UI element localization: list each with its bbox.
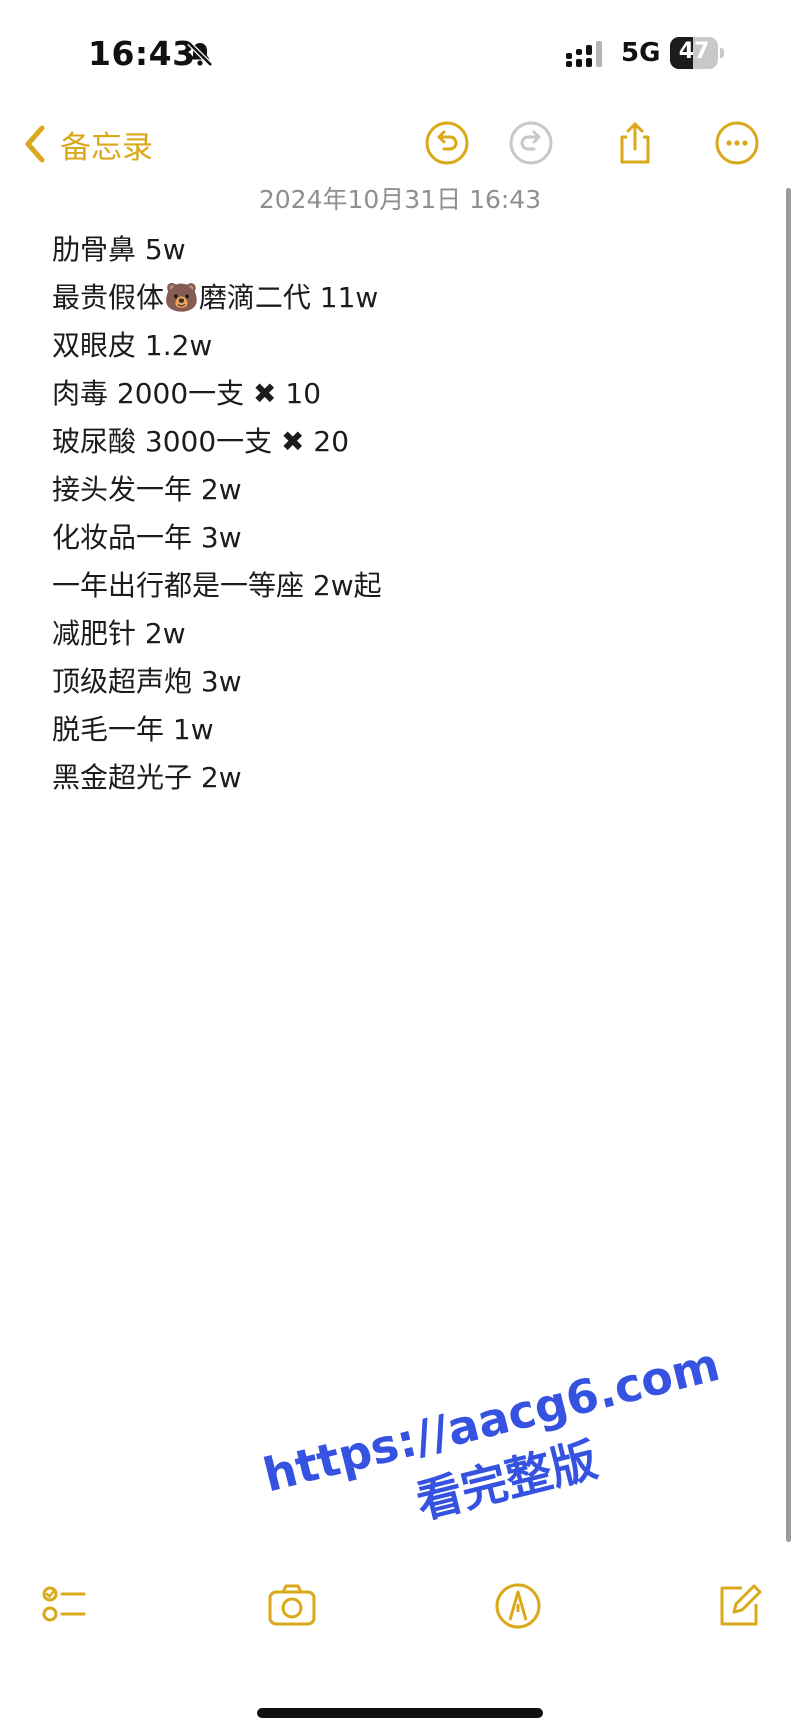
share-icon[interactable] bbox=[612, 120, 658, 166]
camera-icon[interactable] bbox=[266, 1580, 318, 1632]
status-time: 16:43 bbox=[88, 34, 196, 73]
compose-icon[interactable] bbox=[714, 1580, 766, 1632]
note-line[interactable]: 脱毛一年 1w bbox=[52, 706, 752, 754]
note-line[interactable]: 一年出行都是一等座 2w起 bbox=[52, 562, 752, 610]
note-line[interactable]: 双眼皮 1.2w bbox=[52, 322, 752, 370]
note-line[interactable]: 顶级超声炮 3w bbox=[52, 658, 752, 706]
bottom-toolbar bbox=[0, 1580, 800, 1660]
battery-indicator: 47 bbox=[670, 37, 724, 69]
status-bar: 16:43 5G 47 bbox=[0, 0, 800, 110]
note-line[interactable]: 黑金超光子 2w bbox=[52, 754, 752, 802]
signal-icon bbox=[566, 41, 602, 67]
checklist-icon[interactable] bbox=[40, 1580, 92, 1632]
back-button[interactable]: 备忘录 bbox=[22, 118, 153, 170]
bell-slash-icon bbox=[187, 41, 213, 67]
watermark: https://aacg6.com 看完整版 bbox=[258, 1337, 741, 1567]
note-line[interactable]: 肉毒 2000一支 ✖ 10 bbox=[52, 370, 752, 418]
redo-icon[interactable] bbox=[508, 120, 554, 166]
note-line[interactable]: 最贵假体🐻磨滴二代 11w bbox=[52, 274, 752, 322]
markup-icon[interactable] bbox=[492, 1580, 544, 1632]
undo-icon[interactable] bbox=[424, 120, 470, 166]
nav-bar: 备忘录 bbox=[0, 110, 800, 182]
home-indicator[interactable] bbox=[257, 1708, 543, 1718]
scrollbar[interactable] bbox=[786, 188, 791, 1542]
note-line[interactable]: 接头发一年 2w bbox=[52, 466, 752, 514]
note-date: 2024年10月31日 16:43 bbox=[258, 185, 542, 214]
note-line[interactable]: 化妆品一年 3w bbox=[52, 514, 752, 562]
more-icon[interactable] bbox=[714, 120, 760, 166]
chevron-left-icon bbox=[25, 125, 45, 163]
note-line[interactable]: 肋骨鼻 5w bbox=[52, 226, 752, 274]
note-line[interactable]: 减肥针 2w bbox=[52, 610, 752, 658]
note-body[interactable]: 肋骨鼻 5w 最贵假体🐻磨滴二代 11w 双眼皮 1.2w 肉毒 2000一支 … bbox=[52, 226, 752, 802]
battery-percent: 47 bbox=[678, 39, 710, 64]
network-type: 5G bbox=[621, 38, 661, 68]
note-line[interactable]: 玻尿酸 3000一支 ✖ 20 bbox=[52, 418, 752, 466]
back-label: 备忘录 bbox=[60, 129, 153, 166]
